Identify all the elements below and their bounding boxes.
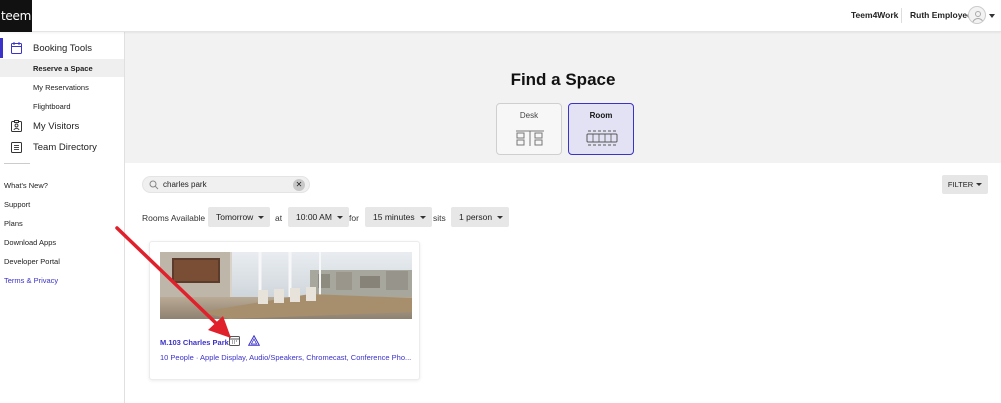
space-type-label: Room [589,111,613,120]
sidebar-link-terms-privacy[interactable]: Terms & Privacy [4,276,58,285]
capacity-value: 1 person [459,212,493,222]
room-features: 10 People · Apple Display, Audio/Speaker… [160,353,412,362]
conference-room-photo [160,252,412,319]
search-value: charles park [163,180,207,189]
page-title: Find a Space [510,70,616,89]
chevron-down-icon [336,215,343,219]
avatar[interactable] [968,6,986,24]
space-type-room-button[interactable]: Room [568,103,634,155]
at-label: at [275,213,283,223]
filter-button[interactable]: FILTER [942,175,988,194]
sidebar-item-flightboard[interactable]: Flightboard [0,97,124,115]
sidebar-link-support[interactable]: Support [4,200,30,209]
time-dropdown[interactable]: 10:00 AM [288,207,349,227]
sits-label: sits [433,213,446,223]
search-input[interactable]: charles park ✕ [142,176,310,193]
header-divider [901,8,902,23]
chevron-down-icon[interactable] [989,14,995,18]
top-bar: teem Teem4Work Ruth Employee [0,0,1001,32]
room-photo [160,252,412,319]
desk-icon [516,130,544,146]
rooms-available-label: Rooms Available [142,213,206,223]
chevron-down-icon [976,183,983,186]
day-dropdown[interactable]: Tomorrow [208,207,271,227]
sidebar-item-label: Booking Tools [33,42,92,54]
sidebar-item-booking-tools[interactable]: Booking Tools [0,38,124,58]
find-space-hero: Find a Space Desk Room [125,32,1001,163]
room-result-card[interactable]: M.103 Charles Park 10 People · Apple Dis… [149,241,420,380]
duration-dropdown[interactable]: 15 minutes [365,207,432,227]
space-type-desk-button[interactable]: Desk [496,103,562,155]
sidebar-link-whats-new[interactable]: What's New? [4,181,48,190]
search-icon [149,180,159,190]
sidebar: Booking Tools Reserve a Space My Reserva… [0,32,125,403]
org-name[interactable]: Teem4Work [851,10,898,20]
avatar-head-icon [975,11,981,17]
chevron-down-icon [419,215,426,219]
chevron-down-icon [258,215,265,219]
sidebar-item-my-reservations[interactable]: My Reservations [0,78,124,96]
for-label: for [349,213,359,223]
main-content: Find a Space Desk Room charles park ✕ FI… [125,32,1001,403]
sidebar-link-plans[interactable]: Plans [4,219,23,228]
room-name-link[interactable]: M.103 Charles Park [160,338,229,347]
sidebar-item-reserve-a-space[interactable]: Reserve a Space [0,59,124,77]
visitor-badge-icon [11,120,22,132]
clear-search-icon[interactable]: ✕ [293,179,305,191]
warning-icon[interactable] [248,335,260,346]
sidebar-link-developer-portal[interactable]: Developer Portal [4,257,60,266]
teem-logo[interactable]: teem [0,0,32,32]
directory-icon [11,142,22,153]
filter-label: FILTER [947,180,974,189]
avatar-body-icon [972,18,984,23]
user-name[interactable]: Ruth Employee [910,10,972,20]
time-value: 10:00 AM [296,212,332,222]
space-type-label: Desk [519,111,539,120]
duration-value: 15 minutes [373,212,415,222]
sidebar-divider [4,163,30,164]
day-value: Tomorrow [216,212,254,222]
sidebar-item-label: Team Directory [33,141,97,153]
calendar-icon [11,42,22,54]
room-icon [586,130,618,146]
sidebar-item-team-directory[interactable]: Team Directory [0,137,124,157]
sidebar-item-label: My Visitors [33,120,80,132]
capacity-dropdown[interactable]: 1 person [451,207,510,227]
room-calendar-icon[interactable] [229,335,240,346]
sidebar-link-download-apps[interactable]: Download Apps [4,238,56,247]
chevron-down-icon [497,215,504,219]
sidebar-item-my-visitors[interactable]: My Visitors [0,116,124,136]
